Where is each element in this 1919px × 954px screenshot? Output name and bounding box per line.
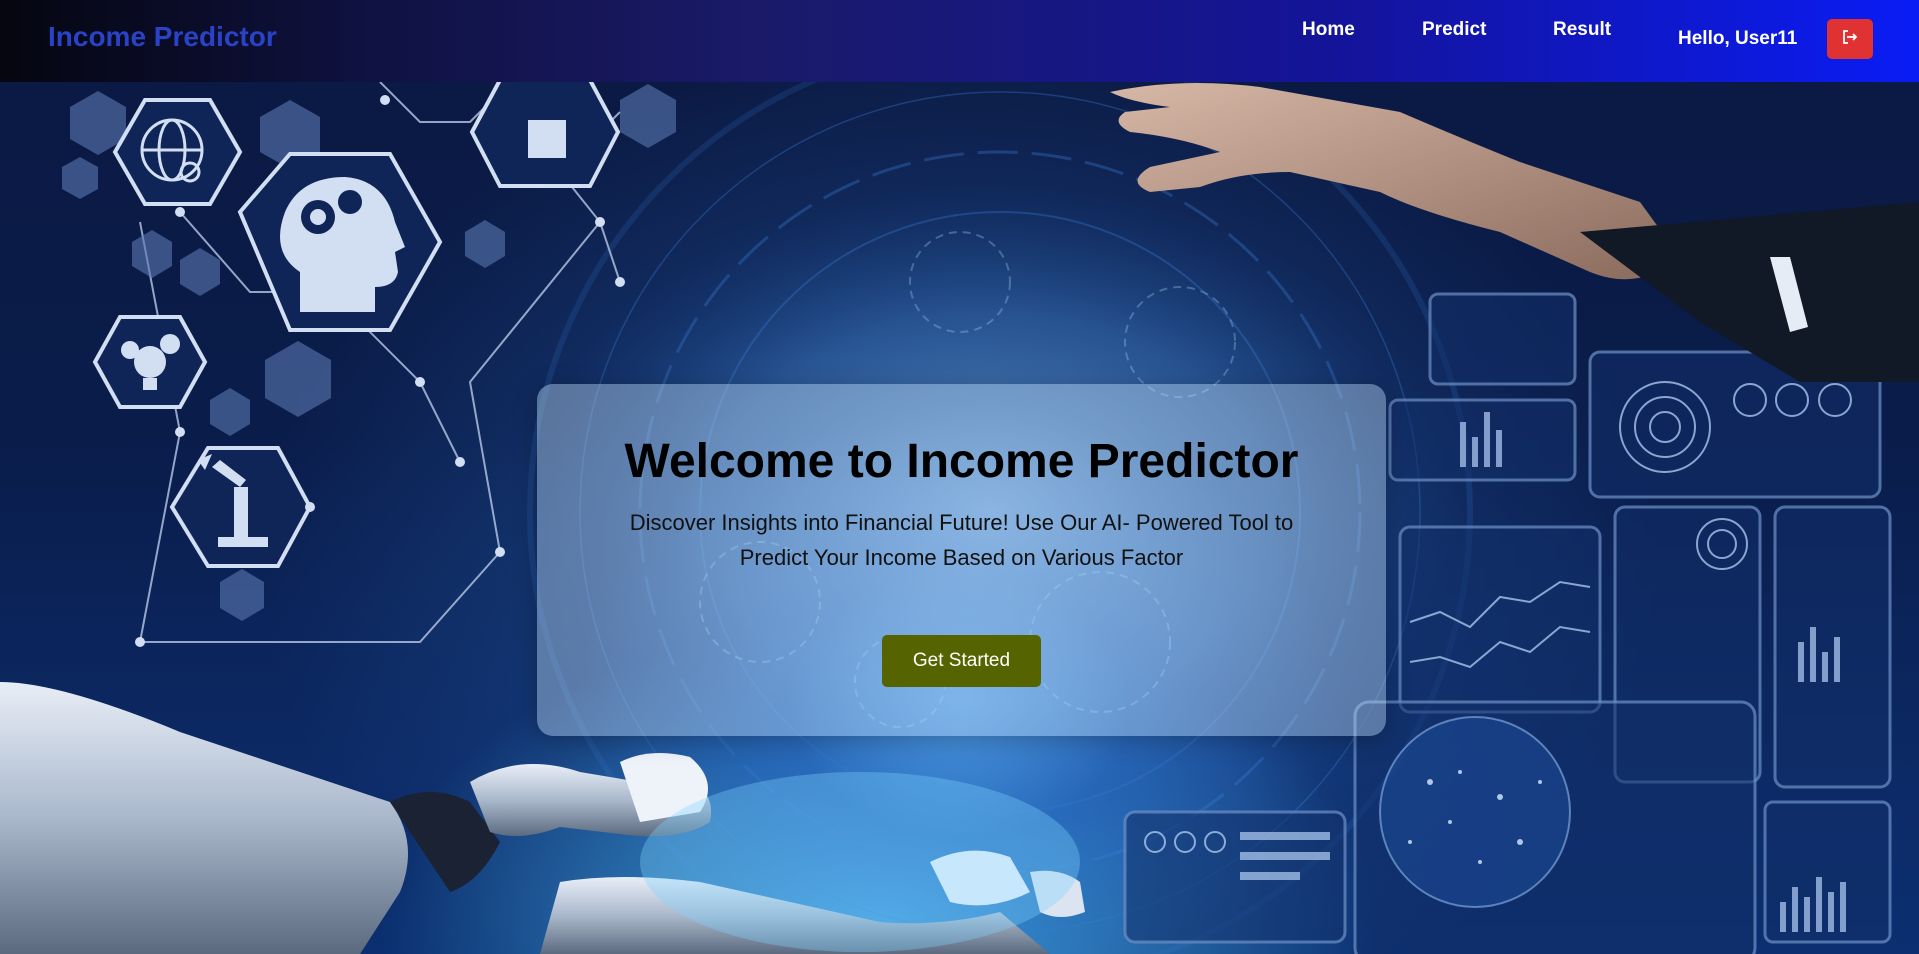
chip-icon [528, 120, 566, 158]
globe-hex [112, 98, 243, 206]
hero-background: Welcome to Income Predictor Discover Ins… [0, 82, 1919, 954]
navbar: Income Predictor Home Predict Result Hel… [0, 0, 1919, 82]
welcome-subtitle: Discover Insights into Financial Future!… [629, 510, 1294, 570]
welcome-title: Welcome to Income Predictor [624, 435, 1299, 488]
brand-logo[interactable]: Income Predictor [48, 21, 277, 53]
welcome-card: Welcome to Income Predictor Discover Ins… [537, 384, 1386, 736]
user-greeting: Hello, User11 [1678, 28, 1798, 49]
nav-home-link[interactable]: Home [1302, 19, 1355, 41]
nav-result-link[interactable]: Result [1553, 19, 1611, 41]
nav-predict-link[interactable]: Predict [1422, 19, 1486, 41]
logout-icon [1842, 29, 1858, 49]
logout-button[interactable] [1827, 19, 1873, 59]
get-started-button[interactable]: Get Started [882, 635, 1041, 687]
